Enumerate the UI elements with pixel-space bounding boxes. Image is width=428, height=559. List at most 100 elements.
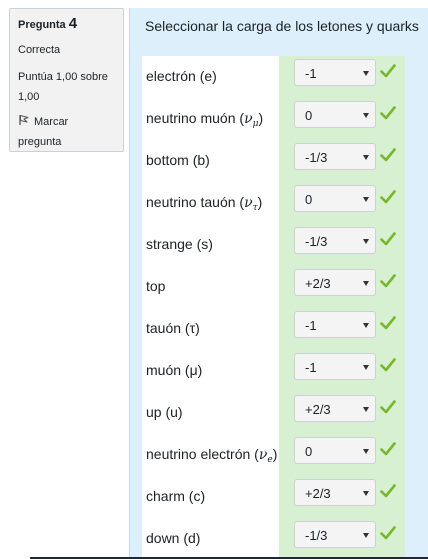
- row-label-text: top: [146, 278, 166, 294]
- selected-value: +2/3: [305, 486, 331, 501]
- symbol-base: ν: [244, 111, 253, 127]
- table-row: electrón (e) -1: [142, 56, 405, 98]
- question-label: Pregunta: [18, 19, 66, 31]
- chevron-down-icon: [363, 449, 369, 454]
- chevron-down-icon: [363, 365, 369, 370]
- flag-label-2[interactable]: pregunta: [18, 132, 115, 152]
- check-icon: [380, 442, 396, 456]
- table-row: charm (c) +2/3: [142, 476, 405, 518]
- check-icon: [380, 526, 396, 540]
- particle-symbol: νμ: [244, 111, 258, 129]
- row-label: tauón (τ): [146, 320, 200, 336]
- row-label-text: bottom (b): [146, 152, 210, 168]
- row-label: neutrino tauón (ντ): [146, 194, 262, 213]
- row-label-close: ): [272, 446, 278, 462]
- chevron-down-icon: [363, 155, 369, 160]
- chevron-down-icon: [363, 281, 369, 286]
- check-icon: [380, 106, 396, 120]
- row-label: charm (c): [146, 488, 205, 504]
- row-label-text: up (u): [146, 404, 183, 420]
- particle-symbol: νe: [259, 447, 273, 465]
- selected-value: 0: [305, 444, 313, 459]
- table-row: bottom (b) -1/3: [142, 140, 405, 182]
- answer-select[interactable]: +2/3: [294, 479, 376, 506]
- answer-select[interactable]: +2/3: [294, 395, 376, 422]
- flag-icon: [18, 113, 30, 125]
- match-table: electrón (e) -1 neutrino muón (νμ) 0 bottom …: [142, 56, 405, 559]
- selected-value: -1: [305, 360, 317, 375]
- answer-select[interactable]: 0: [294, 437, 376, 464]
- answer-select[interactable]: 0: [294, 101, 376, 128]
- table-row: up (u) +2/3: [142, 392, 405, 434]
- check-icon: [380, 358, 396, 372]
- row-label-text: neutrino muón (: [146, 110, 245, 126]
- check-icon: [380, 400, 396, 414]
- row-label-text: neutrino tauón (: [146, 194, 245, 210]
- table-row: down (d) -1/3: [142, 518, 405, 559]
- selected-value: -1/3: [305, 528, 328, 543]
- table-row: neutrino tauón (ντ) 0: [142, 182, 405, 224]
- row-label: down (d): [146, 530, 200, 546]
- symbol-base: ν: [244, 195, 253, 211]
- check-icon: [380, 190, 396, 204]
- chevron-down-icon: [363, 491, 369, 496]
- row-label: electrón (e): [146, 68, 217, 84]
- row-label: neutrino electrón (νe): [146, 446, 277, 465]
- table-row: tauón (τ) -1: [142, 308, 405, 350]
- selected-value: -1/3: [305, 234, 328, 249]
- answer-select[interactable]: 0: [294, 185, 376, 212]
- grade-line-1: Puntúa 1,00 sobre: [18, 71, 108, 83]
- answer-select[interactable]: -1/3: [294, 521, 376, 548]
- answer-select[interactable]: -1: [294, 59, 376, 86]
- row-label: neutrino muón (νμ): [146, 110, 263, 129]
- check-icon: [380, 64, 396, 78]
- selected-value: 0: [305, 192, 313, 207]
- chevron-down-icon: [363, 239, 369, 244]
- table-row: neutrino muón (νμ) 0: [142, 98, 405, 140]
- row-label-text: charm (c): [146, 488, 206, 504]
- chevron-down-icon: [363, 197, 369, 202]
- row-label: bottom (b): [146, 152, 210, 168]
- answer-select[interactable]: -1: [294, 311, 376, 338]
- selected-value: -1: [305, 318, 317, 333]
- selected-value: -1: [305, 66, 317, 81]
- table-row: neutrino electrón (νe) 0: [142, 434, 405, 476]
- row-label-text: electrón (e): [146, 68, 217, 84]
- selected-value: +2/3: [305, 402, 331, 417]
- row-label-text: muón (μ): [146, 362, 203, 378]
- table-row: strange (s) -1/3: [142, 224, 405, 266]
- chevron-down-icon: [363, 71, 369, 76]
- particle-symbol: ντ: [244, 195, 258, 213]
- chevron-down-icon: [363, 407, 369, 412]
- row-label: muón (μ): [146, 362, 202, 378]
- answer-select[interactable]: -1: [294, 353, 376, 380]
- row-label-close: ): [257, 194, 263, 210]
- selected-value: +2/3: [305, 276, 331, 291]
- grade-line-2: 1,00: [18, 91, 40, 103]
- table-row: top +2/3: [142, 266, 405, 308]
- selected-value: 0: [305, 108, 313, 123]
- row-label: top: [146, 278, 165, 294]
- question-number: 4: [68, 15, 78, 32]
- answer-select[interactable]: -1/3: [294, 143, 376, 170]
- row-label-text: strange (s): [146, 236, 213, 252]
- chevron-down-icon: [363, 533, 369, 538]
- question-state: Correcta: [18, 44, 61, 56]
- question-text: Seleccionar la carga de los letones y qu…: [145, 18, 419, 34]
- row-label-text: tauón (τ): [146, 320, 200, 336]
- flag-label-1[interactable]: Marcar: [34, 116, 68, 128]
- check-icon: [380, 274, 396, 288]
- row-label-text: down (d): [146, 530, 201, 546]
- check-icon: [380, 232, 396, 246]
- answer-select[interactable]: -1/3: [294, 227, 376, 254]
- question-grade: Puntúa 1,00 sobre 1,00: [18, 67, 115, 107]
- question-title: Pregunta 4: [18, 16, 115, 33]
- check-icon: [380, 148, 396, 162]
- answer-select[interactable]: +2/3: [294, 269, 376, 296]
- question-info-panel: Pregunta 4 Correcta Puntúa 1,00 sobre 1,…: [9, 8, 124, 152]
- chevron-down-icon: [363, 323, 369, 328]
- row-label-text: neutrino electrón (: [146, 446, 259, 462]
- flag-question-link[interactable]: Marcar pregunta: [18, 112, 115, 152]
- row-label: strange (s): [146, 236, 213, 252]
- question-content: Seleccionar la carga de los letones y qu…: [129, 8, 428, 559]
